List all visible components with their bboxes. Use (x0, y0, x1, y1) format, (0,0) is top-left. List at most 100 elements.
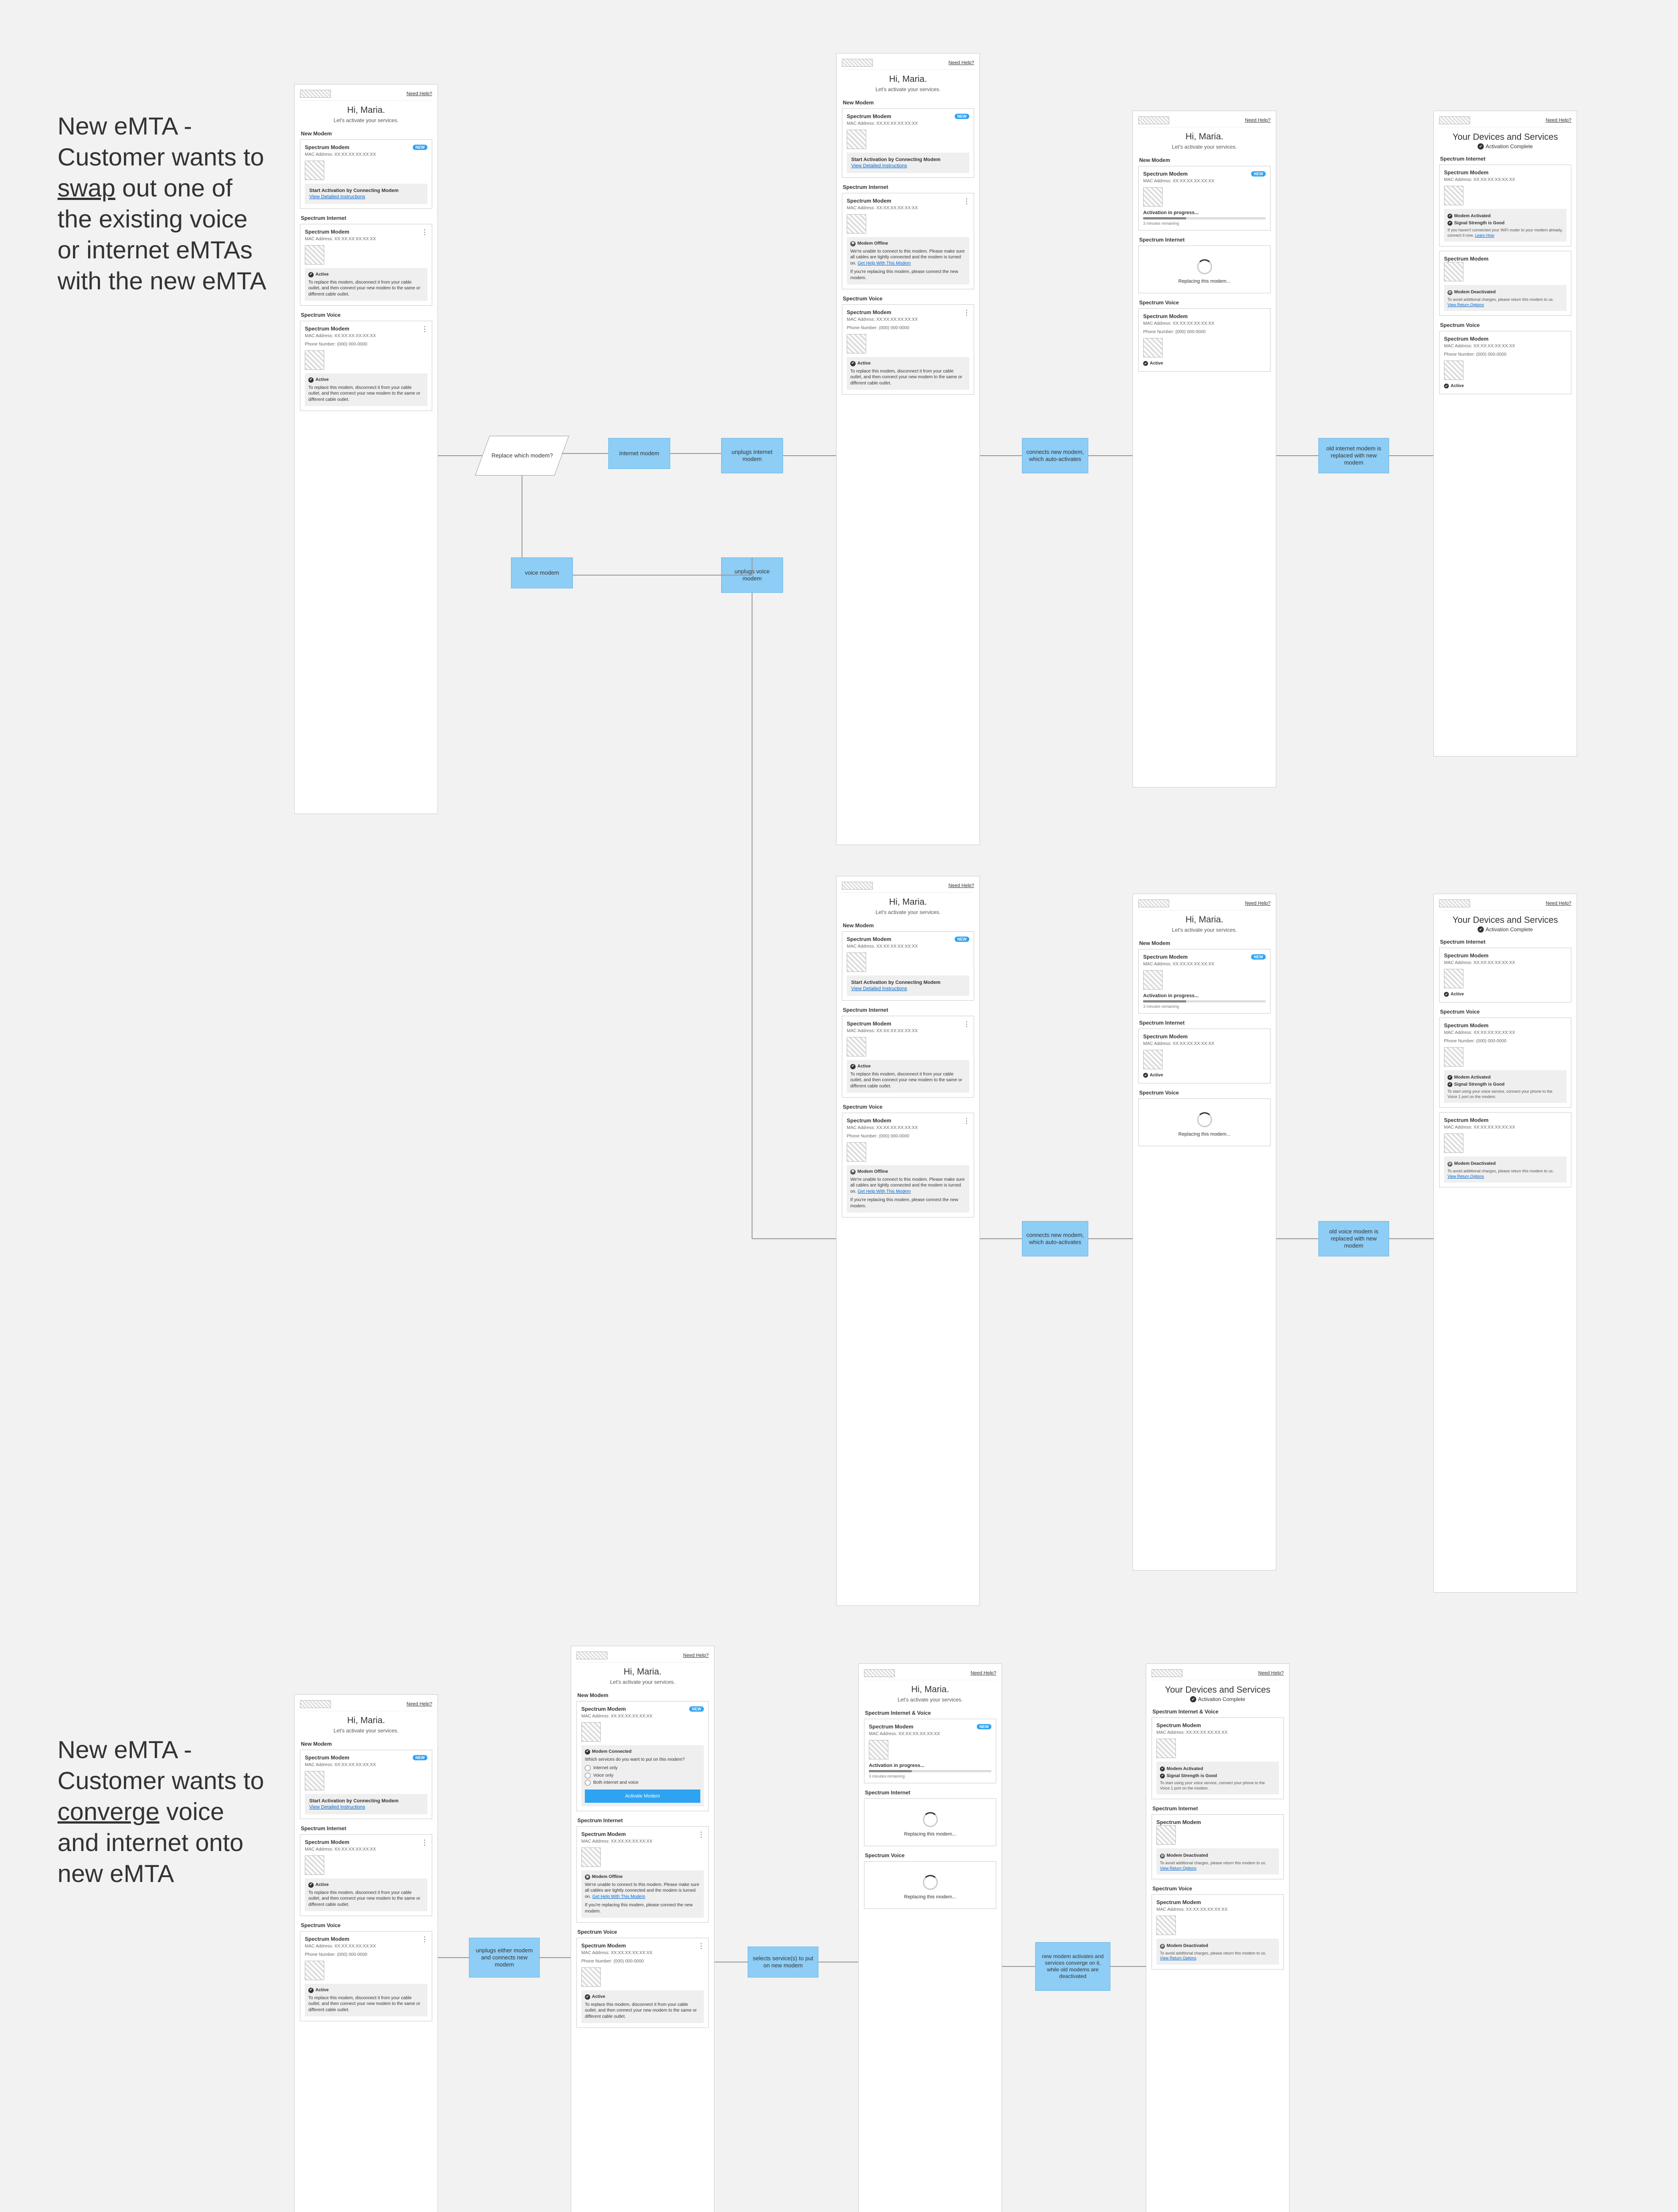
mac-address: MAC Address: XX:XX:XX:XX:XX:XX (847, 317, 969, 322)
mac-address: MAC Address: XX:XX:XX:XX:XX:XX (305, 152, 427, 157)
new-badge: NEW (1251, 171, 1266, 177)
card-combined-progress: Spectrum ModemNEW MAC Address: XX:XX:XX:… (864, 1719, 996, 1783)
screen-c3-progress-both: Need Help? Hi, Maria. Let's activate you… (858, 1663, 1002, 2212)
status-activated: Modem Activated Signal Strength is Good … (1444, 1070, 1567, 1103)
new-badge: NEW (413, 1755, 427, 1760)
greeting: Hi, Maria. (842, 897, 974, 907)
need-help-link[interactable]: Need Help? (1245, 901, 1271, 906)
greeting: Hi, Maria. (300, 105, 432, 115)
new-badge: NEW (955, 937, 969, 942)
progress-label: Activation in progress... (1143, 210, 1266, 215)
return-options-link[interactable]: View Return Options (1160, 1956, 1196, 1960)
status-active: ActiveTo replace this modem, disconnect … (305, 1984, 427, 2016)
start-activation-cta[interactable]: Start Activation by Connecting ModemView… (305, 1794, 427, 1814)
kebab-icon[interactable]: ⋮ (698, 1830, 705, 1839)
start-activation-cta[interactable]: Start Activation by Connecting ModemView… (847, 975, 969, 996)
mac-address: MAC Address: XX:XX:XX:XX:XX:XX (847, 944, 969, 949)
sec-new-modem: New Modem (301, 131, 432, 137)
progress-label: Activation in progress... (1143, 993, 1266, 998)
need-help-link[interactable]: Need Help? (407, 1701, 432, 1707)
logo-icon (1138, 899, 1169, 907)
kebab-icon[interactable]: ⋮ (421, 228, 428, 237)
mac-address: MAC Address: XX:XX:XX:XX:XX:XX (1444, 1030, 1567, 1035)
subhead: Let's activate your services. (300, 1728, 432, 1734)
kebab-icon[interactable]: ⋮ (963, 197, 970, 206)
modem-image-icon (305, 1855, 324, 1875)
need-help-link[interactable]: Need Help? (948, 883, 974, 888)
need-help-link[interactable]: Need Help? (1258, 1671, 1284, 1676)
new-badge: NEW (977, 1724, 991, 1729)
get-help-link[interactable]: Get Help With This Modem (592, 1894, 645, 1899)
progress-bar (1143, 1000, 1266, 1002)
learn-how-link[interactable]: Learn How (1475, 233, 1494, 238)
kebab-icon[interactable]: ⋮ (698, 1942, 705, 1951)
phone-number: Phone Number: (000) 000-0000 (305, 342, 427, 347)
replacing-internet: Replacing this modem... (864, 1798, 996, 1846)
sec-voice: Spectrum Voice (1152, 1886, 1284, 1892)
logo-icon (1439, 116, 1470, 124)
modem-image-icon (305, 1771, 324, 1790)
sec-voice: Spectrum Voice (1139, 300, 1271, 306)
need-help-link[interactable]: Need Help? (407, 91, 432, 96)
sec-voice: Spectrum Voice (1440, 1009, 1571, 1015)
start-activation-cta[interactable]: Start Activation by Connecting Modem Vie… (305, 184, 427, 204)
spinner-icon (923, 1875, 938, 1890)
return-options-link[interactable]: View Return Options (1448, 303, 1484, 307)
start-activation-cta[interactable]: Start Activation by Connecting ModemView… (847, 153, 969, 173)
sec-voice: Spectrum Voice (1139, 1090, 1271, 1096)
kebab-icon[interactable]: ⋮ (421, 1935, 428, 1944)
need-help-link[interactable]: Need Help? (1245, 118, 1271, 123)
replacing-internet: Replacing this modem... (1138, 246, 1271, 293)
modem-image-icon (847, 214, 866, 234)
card-new-progress: Spectrum ModemNEW MAC Address: XX:XX:XX:… (1138, 166, 1271, 230)
card-voice-active: ⋮ Spectrum Modem MAC Address: XX:XX:XX:X… (576, 1938, 709, 2028)
view-detailed-link[interactable]: View Detailed Instructions (851, 163, 907, 169)
radio-internet-only[interactable]: Internet only (585, 1765, 700, 1771)
modem-image-icon (1143, 970, 1163, 990)
card-new-modem: Spectrum ModemNEW MAC Address: XX:XX:XX:… (842, 108, 974, 178)
view-detailed-link[interactable]: View Detailed Instructions (851, 986, 907, 991)
sec-voice: Spectrum Voice (577, 1929, 709, 1935)
logo-icon (300, 1700, 331, 1708)
get-help-link[interactable]: Get Help With This Modem (858, 1189, 911, 1194)
sec-internet: Spectrum Internet (301, 1825, 432, 1832)
mac-address: MAC Address: XX:XX:XX:XX:XX:XX (305, 334, 427, 338)
modem-image-icon (1444, 1133, 1463, 1153)
kebab-icon[interactable]: ⋮ (963, 308, 970, 317)
modem-image-icon (581, 1967, 601, 1987)
phone-number: Phone Number: (000) 000-0000 (847, 326, 969, 330)
modem-image-icon (1143, 1050, 1163, 1069)
subhead: Let's activate your services. (1138, 927, 1271, 933)
sec-new-modem: New Modem (301, 1741, 432, 1747)
view-detailed-link[interactable]: View Detailed Instructions (309, 194, 365, 200)
activate-modem-button[interactable]: Activate Modem (585, 1790, 700, 1803)
new-badge: NEW (413, 145, 427, 150)
sec-voice: Spectrum Voice (843, 296, 974, 302)
modem-image-icon (1156, 1825, 1176, 1845)
replacing-voice: Replacing this modem... (864, 1861, 996, 1909)
sec-voice: Spectrum Voice (1440, 322, 1571, 328)
kebab-icon[interactable]: ⋮ (963, 1117, 970, 1125)
need-help-link[interactable]: Need Help? (971, 1671, 996, 1676)
status-deactivated: Modem Deactivated To avoid additional ch… (1156, 1848, 1279, 1874)
return-options-link[interactable]: View Return Options (1160, 1866, 1196, 1870)
sec-internet-voice: Spectrum Internet & Voice (865, 1710, 996, 1716)
return-options-link[interactable]: View Return Options (1448, 1174, 1484, 1179)
kebab-icon[interactable]: ⋮ (421, 1838, 428, 1847)
radio-both[interactable]: Both internet and voice (585, 1780, 700, 1786)
radio-voice-only[interactable]: Voice only (585, 1773, 700, 1779)
need-help-link[interactable]: Need Help? (683, 1653, 709, 1658)
kebab-icon[interactable]: ⋮ (963, 1020, 970, 1029)
modem-image-icon (305, 245, 324, 265)
kebab-icon[interactable]: ⋮ (421, 325, 428, 334)
need-help-link[interactable]: Need Help? (1546, 118, 1571, 123)
get-help-link[interactable]: Get Help With This Modem (858, 261, 911, 266)
greeting: Hi, Maria. (300, 1716, 432, 1726)
status-active: Active To replace this modem, disconnect… (305, 373, 427, 406)
card-voice-done: Spectrum Modem MAC Address: XX:XX:XX:XX:… (1439, 1018, 1571, 1108)
need-help-link[interactable]: Need Help? (1546, 901, 1571, 906)
view-detailed-link[interactable]: View Detailed Instructions (309, 1805, 365, 1810)
screen-c2-connected: Need Help? Hi, Maria. Let's activate you… (571, 1646, 714, 2212)
screen-a2-offline-internet: Need Help? Hi, Maria. Let's activate you… (836, 53, 980, 845)
need-help-link[interactable]: Need Help? (948, 60, 974, 65)
